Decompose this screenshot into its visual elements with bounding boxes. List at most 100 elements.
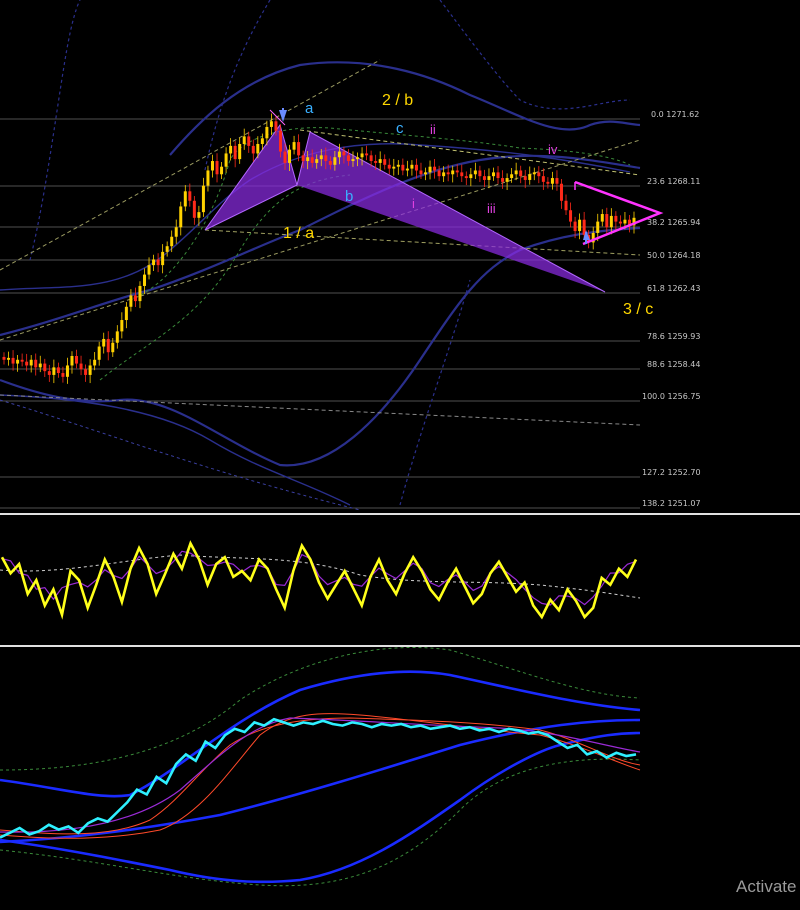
candle: [369, 155, 373, 162]
candle: [138, 285, 142, 302]
candle: [215, 161, 219, 175]
candle: [29, 359, 33, 366]
wave-label-1a: 1 / a: [283, 225, 314, 242]
candle: [609, 215, 613, 228]
candle: [238, 143, 242, 160]
fib-label-61-8: 61.8 1262.43: [647, 284, 700, 293]
candle: [269, 121, 273, 127]
wave-label-b: b: [345, 188, 353, 205]
fib-label-88-6: 88.6 1258.44: [647, 360, 700, 369]
wave-label-ii: ii: [430, 122, 436, 137]
candle: [11, 357, 15, 364]
candle: [143, 274, 147, 286]
candle: [424, 172, 428, 175]
candle: [16, 359, 20, 364]
candle: [319, 155, 323, 160]
candle: [365, 153, 369, 156]
fib-label-50: 50.0 1264.18: [647, 251, 700, 260]
candle: [519, 170, 523, 177]
candle: [414, 164, 418, 171]
candle: [183, 191, 187, 207]
candle: [596, 221, 600, 233]
candle: [52, 367, 56, 375]
candle: [428, 166, 432, 173]
candle: [179, 206, 183, 228]
candle: [47, 371, 51, 375]
candle: [115, 331, 119, 343]
fib-label-23-6: 23.6 1268.11: [647, 177, 700, 186]
candle: [43, 363, 47, 372]
fib-label-100: 100.0 1256.75: [642, 392, 701, 401]
candle: [419, 170, 423, 175]
wave-label-iv: iv: [548, 142, 558, 157]
fib-label-127-2: 127.2 1252.70: [642, 468, 701, 477]
candle: [79, 363, 83, 370]
candle: [478, 170, 482, 177]
candle: [283, 151, 287, 163]
wave-label-a: a: [305, 100, 314, 117]
candle: [396, 164, 400, 167]
wave-label-3c: 3 / c: [623, 301, 653, 318]
candle: [410, 164, 414, 169]
candle: [220, 166, 224, 175]
candle: [555, 178, 559, 184]
candle: [224, 153, 228, 167]
candle: [487, 176, 491, 180]
candle: [265, 126, 269, 139]
candle: [433, 166, 437, 171]
candle: [34, 359, 38, 368]
candle: [342, 151, 346, 156]
candle: [106, 338, 110, 353]
candle: [292, 142, 296, 150]
candle: [256, 143, 260, 154]
candle: [550, 178, 554, 184]
candle: [233, 145, 237, 160]
candle: [442, 172, 446, 177]
candle: [618, 221, 622, 224]
candle: [528, 174, 532, 180]
candle: [455, 170, 459, 173]
candle: [360, 153, 364, 158]
candle: [514, 170, 518, 175]
candle: [559, 183, 563, 201]
candle: [120, 320, 124, 332]
candle: [156, 259, 160, 266]
candle: [301, 155, 305, 162]
candle: [201, 185, 205, 213]
candle: [573, 221, 577, 232]
candle: [188, 191, 192, 201]
candle: [351, 159, 355, 162]
candle: [133, 295, 137, 302]
candle: [446, 172, 450, 175]
candle: [25, 361, 29, 366]
candle: [510, 174, 514, 179]
candle: [38, 363, 42, 368]
candle: [437, 170, 441, 177]
candle: [84, 369, 88, 375]
candle: [505, 178, 509, 182]
candle: [306, 157, 310, 162]
candle: [192, 200, 196, 218]
candle: [174, 227, 178, 237]
candle: [482, 176, 486, 180]
candle: [229, 145, 233, 154]
activation-watermark: Activate: [736, 877, 797, 896]
candle: [288, 149, 292, 163]
candle: [93, 359, 97, 366]
candle: [401, 164, 405, 171]
candle: [387, 164, 391, 169]
chart: 0.0 1271.62 23.6 1268.11 38.2 1265.94 50…: [0, 0, 800, 910]
wave-label-c: c: [396, 120, 404, 137]
candle: [111, 342, 115, 353]
candle: [7, 357, 11, 360]
wave-label-i: i: [412, 196, 415, 211]
candle: [469, 174, 473, 179]
candle: [70, 355, 74, 366]
wave-label-iii: iii: [487, 201, 496, 216]
candle: [129, 295, 133, 307]
wave-label-2b: 2 / b: [382, 92, 413, 109]
candle: [20, 359, 24, 362]
candle: [374, 161, 378, 163]
candle: [75, 355, 79, 364]
candle: [297, 142, 301, 156]
